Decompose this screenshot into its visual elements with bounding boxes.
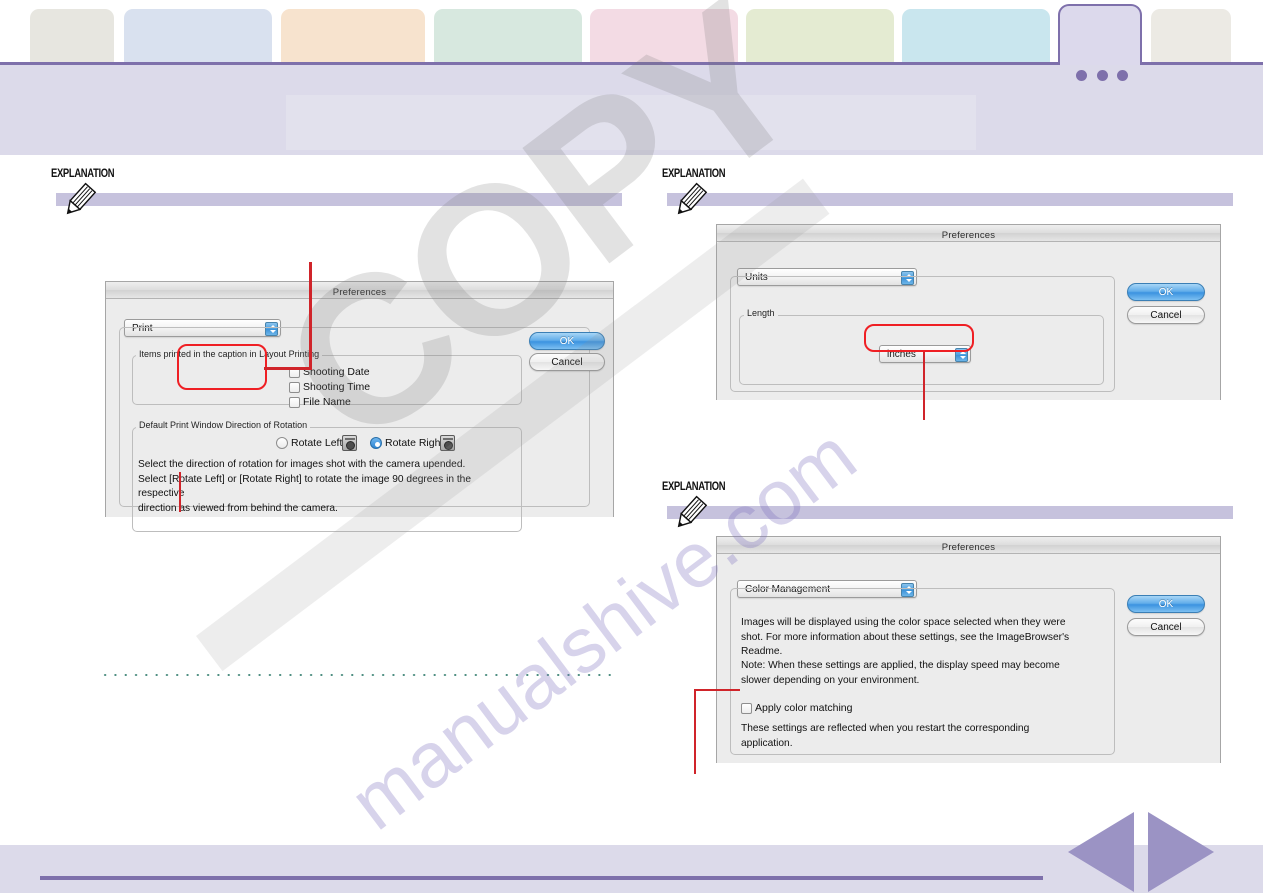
cancel-button[interactable]: Cancel	[1127, 306, 1205, 324]
ok-button[interactable]: OK	[1127, 595, 1205, 613]
checkbox-apply-color-matching[interactable]	[741, 703, 752, 714]
explanation-label: EXPLANATION	[662, 481, 726, 493]
dot-2	[1096, 69, 1108, 81]
explanation-label: EXPLANATION	[51, 168, 115, 180]
callout-line-caption-vertical	[309, 262, 312, 369]
label-shooting-date: Shooting Date	[303, 366, 370, 378]
dialog-body: Units Length inches OK Cancel	[717, 242, 1220, 400]
dot-3	[1117, 69, 1128, 81]
section-dotted-divider	[100, 674, 612, 676]
label-rotate-left: Rotate Left	[291, 437, 343, 449]
cancel-button[interactable]: Cancel	[529, 353, 605, 371]
camera-rotate-left-icon	[342, 435, 357, 451]
tab-4[interactable]	[434, 9, 582, 65]
footer-accent-rule	[40, 876, 1043, 880]
callout-line-caption-horizontal	[264, 367, 312, 370]
label-rotate-right: Rotate Right	[385, 437, 444, 449]
preferences-dialog-color-management: Preferences Color Management Images will…	[716, 536, 1221, 763]
pencil-icon	[677, 182, 708, 215]
length-group-label: Length	[744, 308, 778, 318]
dialog-body: Print Items printed in the caption in La…	[106, 299, 613, 532]
checkbox-shooting-time[interactable]	[289, 382, 300, 393]
callout-box-caption-items	[177, 344, 267, 390]
label-apply-color-matching: Apply color matching	[755, 702, 853, 714]
preferences-dialog-units: Preferences Units Length inches OK Cance…	[716, 224, 1221, 400]
tab-2[interactable]	[124, 9, 272, 65]
dialog-titlebar: Preferences	[717, 225, 1220, 242]
preferences-dialog-print: Preferences Print Items printed in the c…	[105, 281, 614, 532]
callout-line-color-matching-vertical	[694, 689, 696, 774]
tab-9[interactable]	[1151, 9, 1231, 65]
tab-3[interactable]	[281, 9, 425, 65]
callout-box-length-unit	[864, 324, 974, 352]
ok-button[interactable]: OK	[529, 332, 605, 350]
explanation-bar	[56, 193, 622, 206]
header-content-box	[286, 95, 976, 150]
pencil-icon	[66, 182, 97, 215]
camera-rotate-right-icon	[440, 435, 455, 451]
explanation-bar	[667, 193, 1233, 206]
tab-5[interactable]	[590, 9, 738, 65]
tab-7[interactable]	[902, 9, 1050, 65]
dialog-titlebar: Preferences	[106, 282, 613, 299]
dialog-titlebar: Preferences	[717, 537, 1220, 554]
restart-note: These settings are reflected when you re…	[741, 723, 1030, 749]
ok-button[interactable]: OK	[1127, 283, 1205, 301]
callout-line-length-unit	[923, 352, 925, 420]
tab-8-active[interactable]	[1058, 4, 1142, 65]
callout-line-color-matching-horizontal	[694, 689, 740, 691]
radio-rotate-right[interactable]	[370, 437, 382, 449]
dialog-title: Preferences	[941, 230, 996, 241]
label-file-name: File Name	[303, 396, 351, 408]
manual-page: EXPLANATION EXPLANATION EXPLANATION Pref…	[0, 0, 1263, 893]
dot-1	[1076, 69, 1087, 81]
pencil-icon	[677, 495, 708, 528]
explanation-label: EXPLANATION	[662, 168, 726, 180]
rotation-group-label: Default Print Window Direction of Rotati…	[136, 420, 311, 430]
cancel-button[interactable]: Cancel	[1127, 618, 1205, 636]
dialog-body: Color Management Images will be displaye…	[717, 554, 1220, 763]
page-dots-indicator	[1076, 68, 1128, 82]
color-space-paragraph: Images will be displayed using the color…	[741, 617, 1070, 657]
tab-1[interactable]	[30, 9, 114, 65]
dialog-title: Preferences	[941, 542, 996, 553]
display-speed-note: Note: When these settings are applied, t…	[741, 660, 1060, 686]
tab-strip	[0, 0, 1263, 65]
checkbox-file-name[interactable]	[289, 397, 300, 408]
rotation-description: Select the direction of rotation for ima…	[138, 459, 471, 514]
radio-rotate-left[interactable]	[276, 437, 288, 449]
explanation-bar	[667, 506, 1233, 519]
tab-6[interactable]	[746, 9, 894, 65]
previous-page-arrow-icon[interactable]	[1068, 812, 1134, 892]
callout-line-rotation	[179, 472, 181, 512]
dialog-title: Preferences	[332, 287, 387, 298]
next-page-arrow-icon[interactable]	[1148, 812, 1214, 892]
label-shooting-time: Shooting Time	[303, 381, 371, 393]
